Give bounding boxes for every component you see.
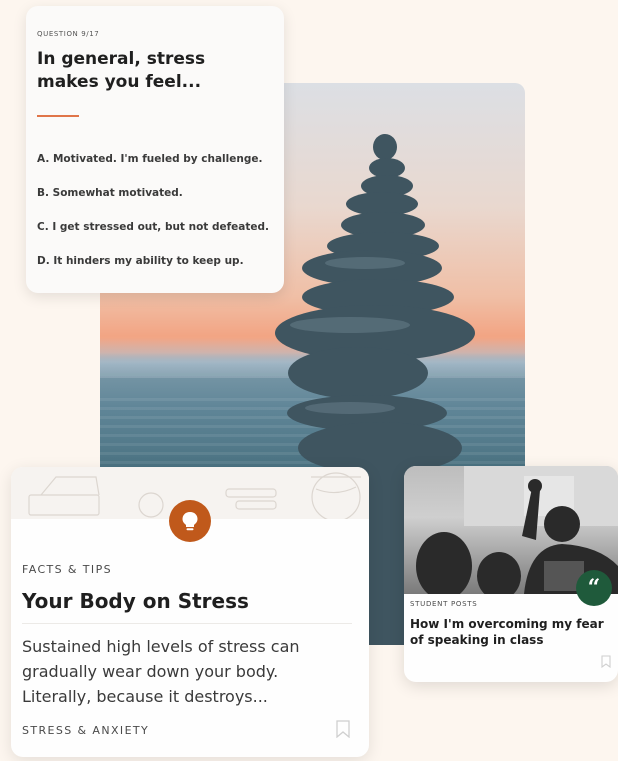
card-title[interactable]: Your Body on Stress [22,589,249,613]
post-title[interactable]: How I'm overcoming my fear of speaking i… [410,616,610,648]
divider [22,623,352,624]
answer-option-a[interactable]: A. Motivated. I'm fueled by challenge. [37,153,262,165]
question-counter: QUESTION 9/17 [37,30,100,38]
accent-rule [37,115,79,117]
answer-option-b[interactable]: B. Somewhat motivated. [37,187,183,199]
facts-card[interactable]: FACTS & TIPS Your Body on Stress Sustain… [11,467,369,757]
lightbulb-icon [169,500,211,542]
card-excerpt: Sustained high levels of stress can grad… [22,637,300,706]
quiz-card[interactable]: QUESTION 9/17 In general, stress makes y… [26,6,284,293]
post-category: STUDENT POSTS [410,600,478,608]
card-category: FACTS & TIPS [22,563,112,576]
answer-option-c[interactable]: C. I get stressed out, but not defeated. [37,221,269,233]
bookmark-icon[interactable] [336,720,350,738]
bookmark-icon[interactable] [601,655,611,668]
question-text: In general, stress makes you feel... [37,49,206,92]
quote-icon: “ [576,570,612,606]
answer-option-d[interactable]: D. It hinders my ability to keep up. [37,255,244,267]
topic-tag[interactable]: STRESS & ANXIETY [22,724,149,737]
